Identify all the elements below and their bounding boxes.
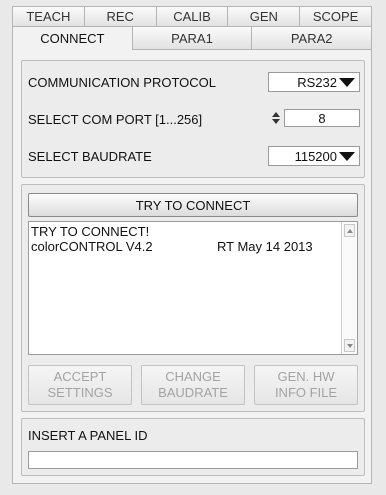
protocol-select[interactable]: RS232 bbox=[268, 72, 360, 92]
stepper-up-icon bbox=[272, 112, 280, 117]
panel-id-group: INSERT A PANEL ID bbox=[21, 418, 365, 476]
accept-settings-line2: SETTINGS bbox=[47, 385, 113, 400]
change-baudrate-button[interactable]: CHANGE BAUDRATE bbox=[141, 365, 245, 405]
tab-connect[interactable]: CONNECT bbox=[12, 26, 133, 50]
panel-id-label: INSERT A PANEL ID bbox=[28, 428, 148, 443]
accept-settings-line1: ACCEPT bbox=[53, 369, 107, 384]
tab-calib[interactable]: CALIB bbox=[156, 6, 229, 26]
baudrate-label: SELECT BAUDRATE bbox=[28, 149, 152, 164]
gen-hw-info-line2: INFO FILE bbox=[274, 385, 338, 400]
log-line: TRY TO CONNECT! bbox=[31, 224, 150, 239]
change-baudrate-line1: CHANGE bbox=[165, 369, 221, 384]
com-port-stepper[interactable] bbox=[271, 110, 281, 126]
com-port-label: SELECT COM PORT [1...256] bbox=[28, 112, 203, 127]
change-baudrate-line2: BAUDRATE bbox=[158, 385, 228, 400]
tab-para2[interactable]: PARA2 bbox=[252, 26, 373, 50]
scroll-up-button[interactable] bbox=[344, 224, 355, 237]
connect-panel: COMMUNICATION PROTOCOL RS232 SELECT COM … bbox=[12, 50, 372, 484]
gen-hw-info-file-button[interactable]: GEN. HW INFO FILE bbox=[254, 365, 358, 405]
connection-log[interactable]: TRY TO CONNECT! colorCONTROL V4.2 RT May… bbox=[28, 221, 358, 355]
chevron-down-icon bbox=[339, 152, 355, 161]
chevron-down-icon bbox=[339, 78, 355, 87]
tab-para1[interactable]: PARA1 bbox=[132, 26, 253, 50]
gen-hw-info-line1: GEN. HW bbox=[277, 369, 335, 384]
tab-rec[interactable]: REC bbox=[84, 6, 157, 26]
accept-settings-button[interactable]: ACCEPT SETTINGS bbox=[28, 365, 132, 405]
log-line-version: colorCONTROL V4.2 bbox=[31, 239, 153, 254]
panel-id-input[interactable] bbox=[28, 451, 358, 469]
log-line-date: RT May 14 2013 bbox=[217, 239, 313, 254]
baudrate-select[interactable]: 115200 bbox=[268, 146, 360, 166]
scroll-up-icon bbox=[346, 228, 353, 233]
tab-teach[interactable]: TEACH bbox=[12, 6, 85, 26]
protocol-label: COMMUNICATION PROTOCOL bbox=[28, 75, 217, 90]
communication-settings-group: COMMUNICATION PROTOCOL RS232 SELECT COM … bbox=[21, 60, 365, 178]
tab-row-top: TEACH REC CALIB GEN SCOPE bbox=[12, 6, 372, 26]
scroll-down-icon bbox=[346, 343, 353, 348]
connection-group: TRY TO CONNECT TRY TO CONNECT! colorCONT… bbox=[21, 184, 365, 412]
tab-row-bottom: CONNECT PARA1 PARA2 bbox=[12, 26, 373, 50]
log-scrollbar[interactable] bbox=[341, 222, 357, 354]
scroll-down-button[interactable] bbox=[344, 339, 355, 352]
try-to-connect-button[interactable]: TRY TO CONNECT bbox=[28, 193, 358, 217]
tab-scope[interactable]: SCOPE bbox=[300, 6, 372, 26]
protocol-value: RS232 bbox=[297, 74, 337, 90]
com-port-input[interactable]: 8 bbox=[284, 109, 360, 127]
baudrate-value: 115200 bbox=[294, 148, 337, 164]
stepper-down-icon bbox=[272, 119, 280, 124]
tab-gen[interactable]: GEN bbox=[228, 6, 301, 26]
